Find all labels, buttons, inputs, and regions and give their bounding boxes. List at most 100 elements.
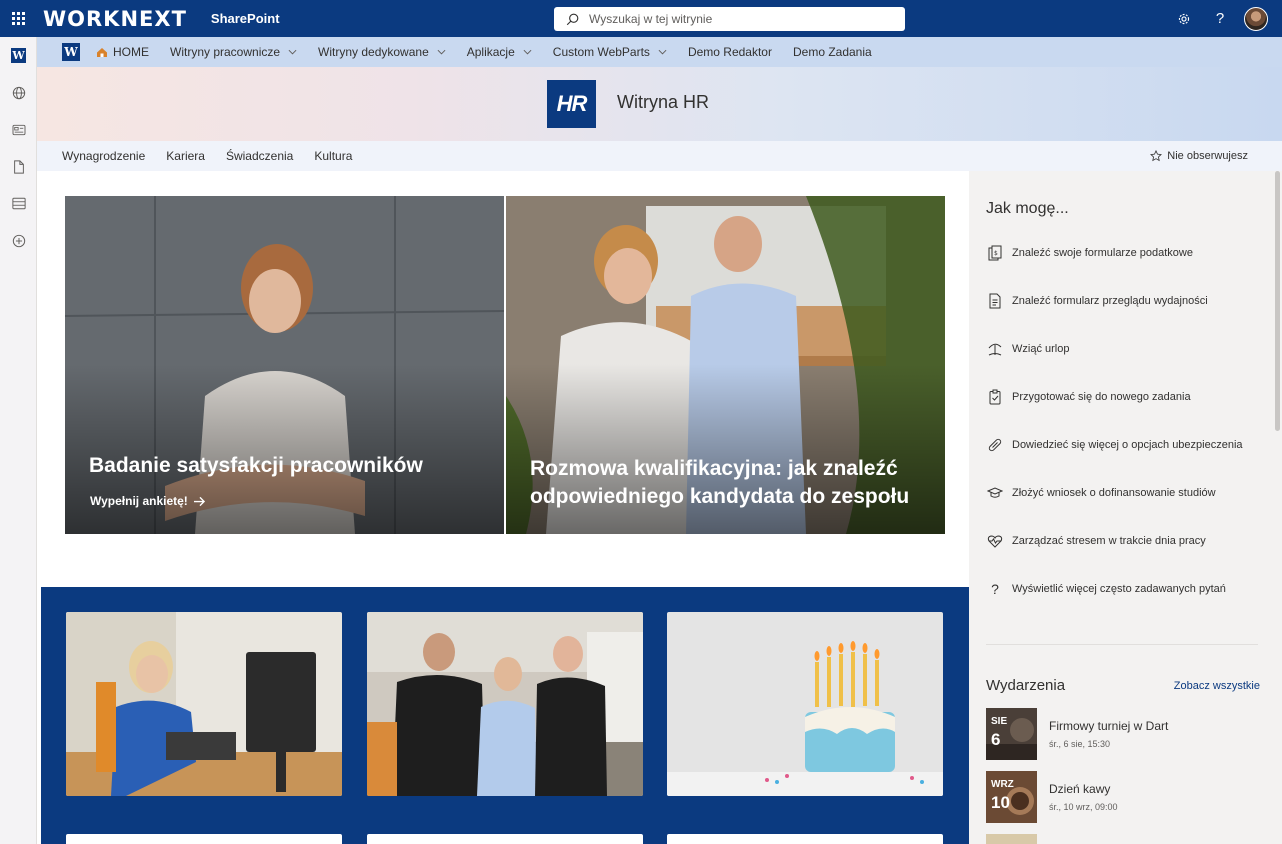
hubnav-item-label: Aplikacje: [466, 45, 515, 59]
quicklink-label: Złożyć wniosek o dofinansowanie studiów: [1012, 487, 1216, 499]
divider: [986, 644, 1258, 645]
event-item[interactable]: WRZ 10 Dzień kawy śr., 10 wrz, 09:00: [986, 771, 1266, 823]
event-thumbnail: WRZ 10: [986, 771, 1037, 823]
clipboard-check-icon: [989, 389, 1001, 405]
search-placeholder: Wyszukaj w tej witrynie: [589, 12, 713, 26]
page-scrollbar[interactable]: [1275, 171, 1280, 431]
hero-tile-title: Badanie satysfakcji pracowników: [89, 454, 423, 477]
site-navigation: Wynagrodzenie Kariera Świadczenia Kultur…: [37, 141, 1282, 171]
appbar-home[interactable]: W: [0, 37, 37, 74]
pill-icon: [988, 438, 1002, 452]
hero-webpart: Badanie satysfakcji pracowników Wypełnij…: [65, 196, 945, 534]
tax-form-icon: $: [988, 245, 1002, 261]
sitenav-item-kariera[interactable]: Kariera: [166, 149, 205, 163]
quicklink-insurance[interactable]: Dowiedzieć się więcej o opcjach ubezpiec…: [986, 435, 1243, 455]
event-name: Firmowy turniej w Dart: [1049, 719, 1169, 733]
document-icon: [989, 293, 1001, 309]
news-card-image[interactable]: [367, 612, 643, 796]
follow-label: Nie obserwujesz: [1167, 150, 1248, 162]
globe-icon: [12, 86, 25, 99]
see-all-events-link[interactable]: Zobacz wszystkie: [1174, 680, 1260, 692]
account-button[interactable]: [1238, 0, 1274, 37]
news-icon: [12, 124, 25, 135]
search-input[interactable]: Wyszukaj w tej witrynie: [554, 7, 905, 31]
quicklink-stress[interactable]: Zarządzać stresem w trakcie dnia pracy: [986, 531, 1206, 551]
quicklink-label: Znaleźć formularz przeglądu wydajności: [1012, 295, 1208, 307]
quicklink-faq[interactable]: ? Wyświetlić więcej często zadawanych py…: [986, 579, 1226, 599]
graduation-cap-icon: [987, 487, 1003, 498]
follow-button[interactable]: Nie obserwujesz: [1150, 141, 1248, 171]
event-day: 10: [991, 793, 1010, 812]
sitenav-item-kultura[interactable]: Kultura: [314, 149, 352, 163]
hub-navigation: W HOME Witryny pracownicze Witryny dedyk…: [37, 37, 1282, 67]
sitenav-item-swiadczenia[interactable]: Świadczenia: [226, 149, 293, 163]
brand-logo[interactable]: WORKNEXT: [43, 7, 187, 31]
appbar-news[interactable]: [0, 111, 37, 148]
help-icon: ?: [1215, 10, 1225, 27]
event-thumbnail: SIE 6: [986, 708, 1037, 760]
settings-button[interactable]: [1166, 0, 1202, 37]
hubnav-item-label: Witryny dedykowane: [318, 45, 429, 59]
hubnav-item-label: HOME: [113, 45, 149, 59]
events-title: Wydarzenia: [986, 677, 1066, 694]
hubnav-item-witryny-pracownicze[interactable]: Witryny pracownicze: [170, 45, 297, 59]
appbar-create[interactable]: [0, 222, 37, 259]
main-content: Badanie satysfakcji pracowników Wypełnij…: [37, 171, 969, 844]
svg-text:$: $: [994, 250, 998, 257]
event-month: SIE: [991, 716, 1008, 727]
beach-icon: [988, 343, 1002, 356]
suite-bar: WORKNEXT SharePoint Wyszukaj w tej witry…: [0, 0, 1282, 37]
quicklink-label: Przygotować się do nowego zadania: [1012, 391, 1191, 403]
chevron-down-icon: [437, 49, 446, 55]
event-item[interactable]: SIE 6 Firmowy turniej w Dart śr., 6 sie,…: [986, 708, 1266, 760]
news-card[interactable]: [667, 834, 943, 844]
quicklink-performance-review[interactable]: Znaleźć formularz przeglądu wydajności: [986, 291, 1208, 311]
appbar-lists[interactable]: [0, 185, 37, 222]
hero-tile-link[interactable]: Wypełnij ankietę!: [90, 494, 206, 508]
hubnav-item-aplikacje[interactable]: Aplikacje: [467, 45, 532, 59]
appbar-files[interactable]: [0, 148, 37, 185]
app-launcher-button[interactable]: [0, 0, 37, 37]
quicklink-tax-forms[interactable]: $ Znaleźć swoje formularze podatkowe: [986, 243, 1193, 263]
hubnav-item-home[interactable]: HOME: [96, 45, 149, 59]
hubnav-item-demo-redaktor[interactable]: Demo Redaktor: [688, 45, 772, 59]
appbar-sites[interactable]: [0, 74, 37, 111]
hubnav-item-custom-webparts[interactable]: Custom WebParts: [553, 45, 667, 59]
hubnav-item-witryny-dedykowane[interactable]: Witryny dedykowane: [318, 45, 446, 59]
help-button[interactable]: ?: [1202, 0, 1238, 37]
hub-logo[interactable]: W: [62, 43, 80, 61]
site-header: HR Witryna HR: [37, 67, 1282, 141]
sitenav-item-wynagrodzenie[interactable]: Wynagrodzenie: [62, 149, 145, 163]
hubnav-item-label: Demo Redaktor: [687, 45, 772, 59]
quicklinks-title: Jak mogę...: [986, 200, 1069, 217]
document-icon: [13, 159, 24, 174]
hubnav-item-demo-zadania[interactable]: Demo Zadania: [793, 45, 872, 59]
site-title[interactable]: Witryna HR: [617, 92, 709, 113]
quicklink-vacation[interactable]: Wziąć urlop: [986, 339, 1069, 359]
site-logo[interactable]: HR: [547, 80, 596, 128]
question-icon: ?: [991, 581, 999, 597]
hero-tile[interactable]: Badanie satysfakcji pracowników Wypełnij…: [65, 196, 504, 534]
quicklink-tuition[interactable]: Złożyć wniosek o dofinansowanie studiów: [986, 483, 1216, 503]
hero-tile-link-label: Wypełnij ankietę!: [90, 494, 188, 508]
worknext-logo-icon: W: [11, 48, 26, 63]
event-name: Dzień kawy: [1049, 782, 1111, 796]
news-card-image[interactable]: [66, 612, 342, 796]
event-month: WRZ: [991, 779, 1014, 790]
news-card-image[interactable]: [667, 612, 943, 796]
quicklink-label: Znaleźć swoje formularze podatkowe: [1012, 247, 1193, 259]
news-card[interactable]: [66, 834, 342, 844]
home-icon: [97, 47, 107, 57]
chevron-down-icon: [288, 49, 297, 55]
chevron-down-icon: [523, 49, 532, 55]
app-name-link[interactable]: SharePoint: [211, 11, 280, 26]
news-card[interactable]: [367, 834, 643, 844]
quicklink-new-job[interactable]: Przygotować się do nowego zadania: [986, 387, 1191, 407]
quicklink-label: Wyświetlić więcej często zadawanych pyta…: [1012, 583, 1226, 595]
hubnav-item-label: Custom WebParts: [552, 45, 650, 59]
hero-tile[interactable]: Rozmowa kwalifikacyjna: jak znaleźć odpo…: [506, 196, 945, 534]
event-day: 6: [991, 730, 1001, 749]
app-bar: W: [0, 37, 37, 844]
hubnav-item-label: Demo Zadania: [792, 45, 872, 59]
event-thumbnail-partial: [986, 834, 1037, 844]
